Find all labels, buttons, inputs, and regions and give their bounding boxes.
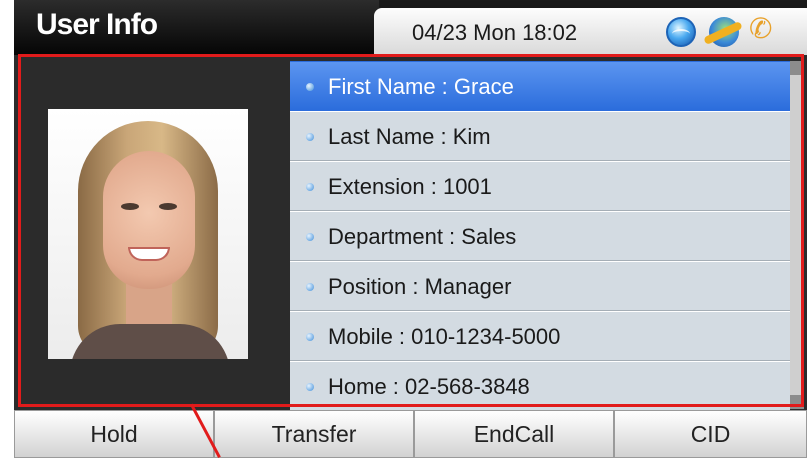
list-item-home[interactable]: Home : 02-568-3848 xyxy=(290,361,790,411)
user-details-list: First Name : Grace Last Name : Kim Exten… xyxy=(290,61,790,411)
header-bar: User Info 04/23 Mon 18:02 ✆ xyxy=(14,0,807,55)
bullet-icon xyxy=(306,333,314,341)
bullet-icon xyxy=(306,183,314,191)
bullet-icon xyxy=(306,133,314,141)
softkey-bar: Hold Transfer EndCall CID xyxy=(14,410,807,458)
page-title: User Info xyxy=(36,8,158,41)
list-scrollbar[interactable] xyxy=(790,61,804,409)
network-icon xyxy=(709,17,739,47)
bullet-icon xyxy=(306,83,314,91)
list-item-label: Extension : 1001 xyxy=(328,174,492,199)
list-item-position[interactable]: Position : Manager xyxy=(290,261,790,311)
title-tab: User Info xyxy=(14,0,379,55)
bullet-icon xyxy=(306,383,314,391)
phone-screen: User Info 04/23 Mon 18:02 ✆ First Name :… xyxy=(14,0,807,458)
list-item-label: Last Name : Kim xyxy=(328,124,491,149)
list-item-label: Mobile : 010-1234-5000 xyxy=(328,324,561,349)
list-item-label: Position : Manager xyxy=(328,274,512,299)
user-info-panel: First Name : Grace Last Name : Kim Exten… xyxy=(14,55,807,411)
scroll-down-icon[interactable] xyxy=(790,395,804,409)
bullet-icon xyxy=(306,283,314,291)
user-photo xyxy=(48,109,248,359)
transfer-button[interactable]: Transfer xyxy=(214,410,414,458)
list-item-extension[interactable]: Extension : 1001 xyxy=(290,161,790,211)
cid-button[interactable]: CID xyxy=(614,410,807,458)
list-item-label: First Name : Grace xyxy=(328,74,514,99)
list-item-mobile[interactable]: Mobile : 010-1234-5000 xyxy=(290,311,790,361)
list-item-department[interactable]: Department : Sales xyxy=(290,211,790,261)
phone-icon: ✆ xyxy=(749,13,773,44)
list-item-label: Home : 02-568-3848 xyxy=(328,374,530,399)
datetime: 04/23 Mon 18:02 xyxy=(412,20,578,45)
scroll-up-icon[interactable] xyxy=(790,61,804,75)
status-bar: 04/23 Mon 18:02 ✆ xyxy=(374,8,807,55)
photo-face xyxy=(103,151,195,289)
list-item-last-name[interactable]: Last Name : Kim xyxy=(290,111,790,161)
endcall-button[interactable]: EndCall xyxy=(414,410,614,458)
bullet-icon xyxy=(306,233,314,241)
hold-button[interactable]: Hold xyxy=(14,410,214,458)
list-item-label: Department : Sales xyxy=(328,224,517,249)
list-item-first-name[interactable]: First Name : Grace xyxy=(290,61,790,111)
globe-icon xyxy=(666,17,696,47)
